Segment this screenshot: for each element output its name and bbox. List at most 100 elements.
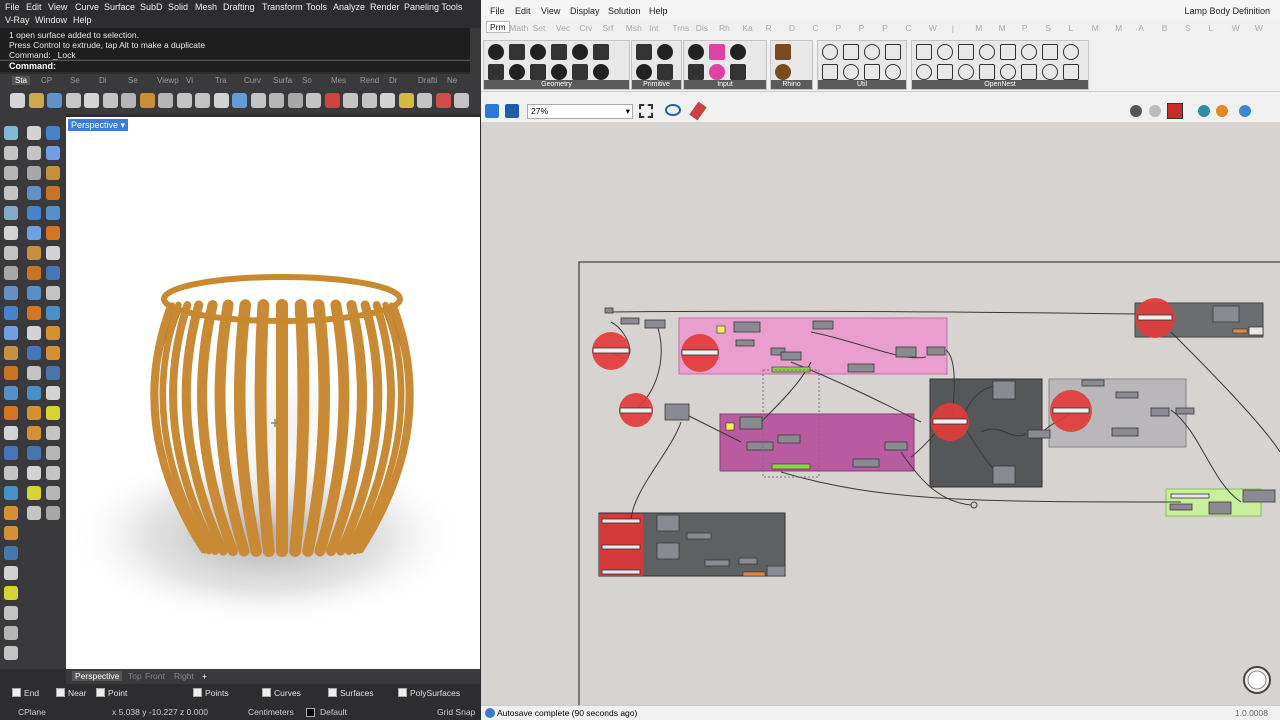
tool-icon[interactable] [46, 206, 60, 220]
gh-menu-item[interactable]: View [541, 6, 560, 16]
gh-tab[interactable]: M [999, 23, 1006, 33]
component-icon[interactable] [709, 44, 725, 60]
rhino-menu-item[interactable]: Tools [306, 1, 327, 14]
rhino-menu-item[interactable]: SubD [140, 1, 163, 14]
gh-tab[interactable]: Ka [742, 23, 752, 33]
component-icon[interactable] [775, 64, 791, 80]
tool-icon[interactable] [4, 546, 18, 560]
gh-tab[interactable]: Int [649, 23, 658, 33]
tool-icon[interactable] [27, 206, 41, 220]
tool-icon[interactable] [4, 286, 18, 300]
component-icon[interactable] [822, 64, 838, 80]
osnap-checkbox[interactable] [96, 688, 105, 697]
component-icon[interactable] [958, 44, 974, 60]
gh-tab[interactable]: S [1185, 23, 1191, 33]
toolbar-tab[interactable]: Viewp [157, 76, 179, 85]
component-icon[interactable] [937, 64, 953, 80]
gh-tab[interactable]: Math [509, 23, 528, 33]
tool-icon[interactable] [46, 506, 60, 520]
gh-tab[interactable]: W [1232, 23, 1240, 33]
command-input[interactable]: Command: [0, 60, 470, 72]
gh-tab[interactable]: Srf [603, 23, 614, 33]
tool-icon[interactable] [4, 126, 18, 140]
rhino-menu-item[interactable]: Window [35, 14, 67, 27]
preview-eye-icon[interactable] [665, 104, 681, 116]
tool-icon[interactable] [4, 146, 18, 160]
tool-icon[interactable] [27, 166, 41, 180]
preview-shaded-icon[interactable] [1149, 105, 1161, 117]
toolbar-icon[interactable] [250, 93, 266, 108]
component-icon[interactable] [709, 64, 725, 80]
gh-tab[interactable]: Vec [556, 23, 570, 33]
toolbar-tab[interactable]: Drafti [418, 76, 437, 85]
gh-tab[interactable]: L [1069, 23, 1074, 33]
component-icon[interactable] [864, 64, 880, 80]
gh-menu-item[interactable]: Edit [515, 6, 531, 16]
gh-tab[interactable]: B [1162, 23, 1168, 33]
tool-icon[interactable] [27, 286, 41, 300]
toolbar-tab[interactable]: Mes [331, 76, 346, 85]
tool-icon[interactable] [46, 346, 60, 360]
tool-icon[interactable] [46, 246, 60, 260]
toolbar-icon[interactable] [361, 93, 377, 108]
gh-menu-item[interactable]: Help [649, 6, 668, 16]
component-icon[interactable] [916, 44, 932, 60]
tool-icon[interactable] [46, 486, 60, 500]
gh-tab[interactable]: P [859, 23, 865, 33]
osnap-checkbox[interactable] [398, 688, 407, 697]
toolbar-icon[interactable] [435, 93, 451, 108]
tool-icon[interactable] [4, 226, 18, 240]
grid-snap-toggle[interactable]: Grid Snap [437, 707, 475, 717]
toolbar-tab[interactable]: Se [128, 76, 138, 85]
toolbar-icon[interactable] [417, 93, 432, 108]
viewport-tab-perspective[interactable]: Perspective [72, 671, 123, 681]
component-icon[interactable] [775, 44, 791, 60]
tool-icon[interactable] [4, 326, 18, 340]
tool-icon[interactable] [46, 306, 60, 320]
gh-tab[interactable]: Msh [626, 23, 642, 33]
component-icon[interactable] [688, 44, 704, 60]
tool-icon[interactable] [4, 586, 18, 600]
toolbar-icon[interactable] [158, 93, 173, 108]
rhino-menu-item[interactable]: Paneling Tools [404, 1, 462, 14]
tool-icon[interactable] [46, 326, 60, 340]
toolbar-tab[interactable]: Vi [186, 76, 193, 85]
tool-icon[interactable] [27, 266, 41, 280]
component-icon[interactable] [979, 44, 995, 60]
tool-icon[interactable] [27, 226, 41, 240]
gh-tab[interactable]: M [1092, 23, 1099, 33]
gh-tab[interactable]: C [905, 23, 911, 33]
command-scrollbar[interactable] [470, 28, 481, 74]
settings-icon[interactable] [1239, 105, 1251, 117]
toolbar-tab[interactable]: Sta [12, 76, 31, 85]
viewport-tab-add[interactable]: + [202, 671, 207, 681]
rhino-menu-item[interactable]: Mesh [195, 1, 217, 14]
gh-tab[interactable]: W [1255, 23, 1263, 33]
ribbon-group-label[interactable]: Geometry [484, 80, 629, 89]
component-icon[interactable] [488, 44, 504, 60]
tool-icon[interactable] [27, 466, 41, 480]
component-icon[interactable] [1063, 64, 1079, 80]
rhino-menu-item[interactable]: Render [370, 1, 400, 14]
tool-icon[interactable] [4, 426, 18, 440]
component-icon[interactable] [509, 64, 525, 80]
toolbar-tab[interactable]: Surfa [273, 76, 292, 85]
gh-tab[interactable]: Crv [579, 23, 592, 33]
toolbar-tab[interactable]: Se [70, 76, 80, 85]
gh-tab[interactable]: P [836, 23, 842, 33]
preview-selected-icon[interactable] [1167, 103, 1183, 119]
toolbar-icon[interactable] [10, 93, 25, 108]
toolbar-icon[interactable] [380, 93, 395, 108]
tool-icon[interactable] [4, 526, 18, 540]
tool-icon[interactable] [4, 366, 18, 380]
component-icon[interactable] [488, 64, 504, 80]
tool-icon[interactable] [4, 306, 18, 320]
save-icon[interactable] [485, 104, 499, 118]
tool-icon[interactable] [46, 126, 60, 140]
tool-icon[interactable] [4, 266, 18, 280]
toolbar-icon[interactable] [84, 93, 99, 108]
component-icon[interactable] [730, 64, 746, 80]
toolbar-icon[interactable] [232, 93, 247, 108]
tool-icon[interactable] [4, 246, 18, 260]
component-icon[interactable] [657, 44, 673, 60]
